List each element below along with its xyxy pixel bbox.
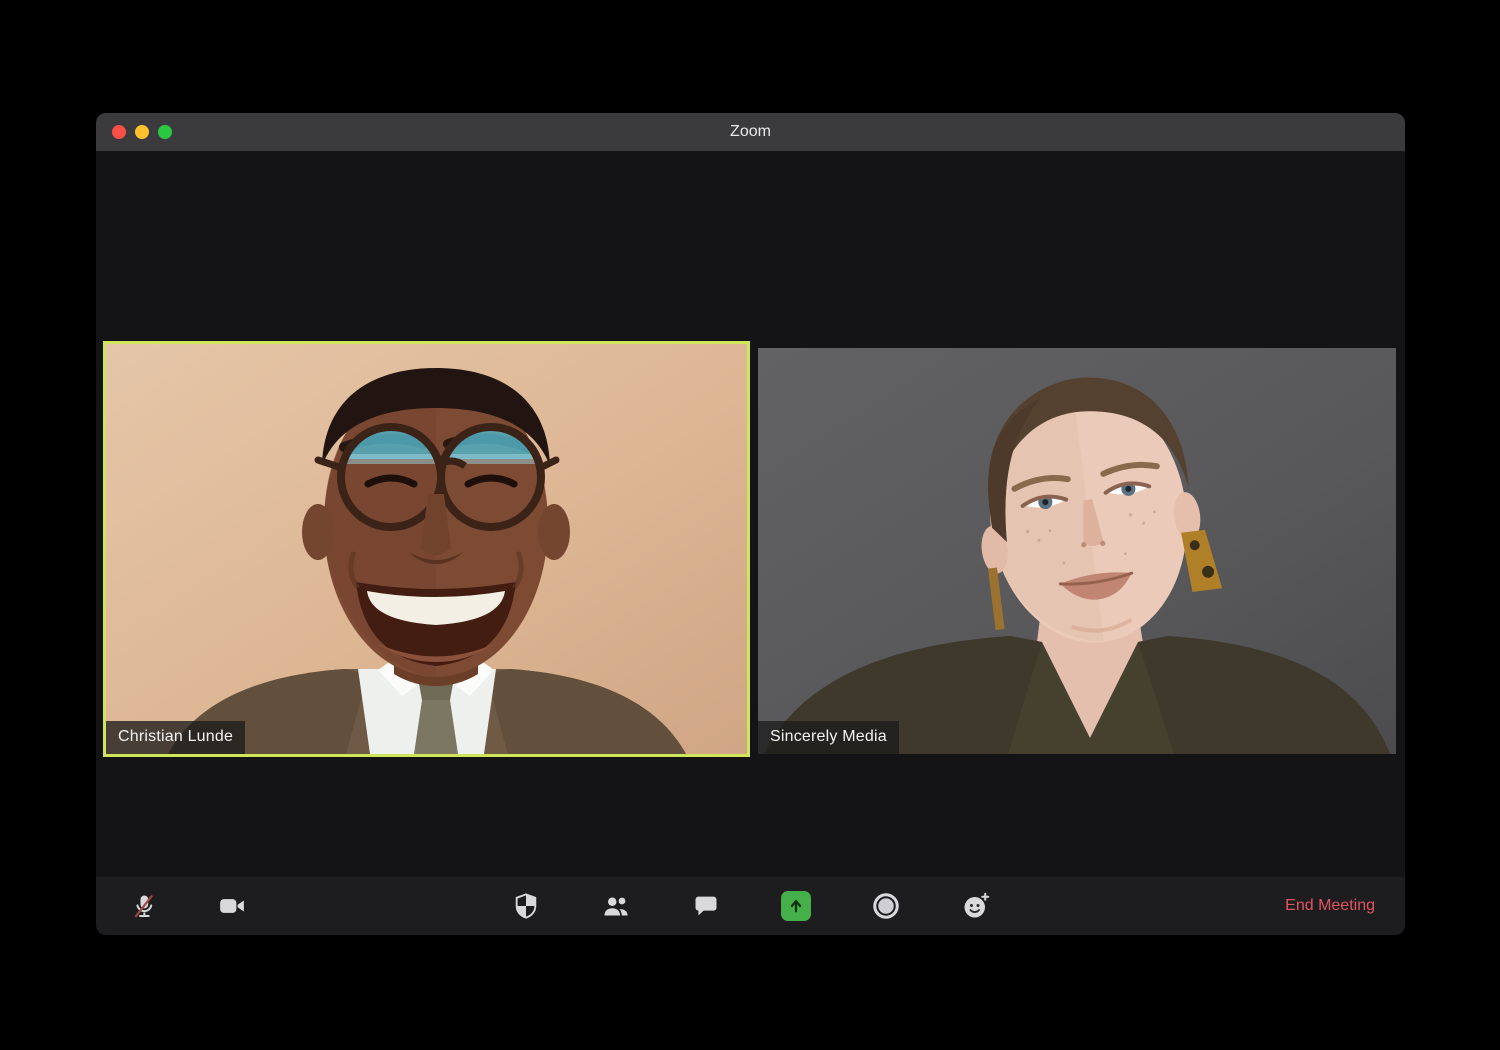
chat-button[interactable] (691, 891, 721, 921)
video-feed-woman-portrait (758, 348, 1396, 754)
participant-name-label: Sincerely Media (758, 721, 899, 754)
video-tile-christian-lunde[interactable]: Christian Lunde (103, 341, 750, 757)
reactions-button[interactable] (961, 891, 991, 921)
toolbar-left-group (129, 891, 247, 921)
security-button[interactable] (511, 891, 541, 921)
video-feed-man-portrait (106, 344, 747, 754)
participant-name-label: Christian Lunde (106, 721, 246, 754)
window-titlebar: Zoom (96, 113, 1405, 151)
close-window-button[interactable] (112, 125, 126, 139)
record-button[interactable] (871, 891, 901, 921)
mute-button[interactable] (129, 891, 159, 921)
mic-muted-icon (134, 894, 154, 918)
minimize-window-button[interactable] (135, 125, 149, 139)
participants-button[interactable] (601, 891, 631, 921)
video-tile-sincerely-media[interactable]: Sincerely Media (758, 348, 1396, 754)
toolbar-center-group (511, 891, 991, 921)
share-screen-pill (780, 891, 811, 921)
traffic-lights (112, 113, 172, 151)
end-meeting-button[interactable]: End Meeting (1285, 897, 1375, 915)
chat-bubble-icon (695, 896, 716, 916)
share-screen-button[interactable] (780, 891, 811, 921)
participants-icon (604, 897, 627, 916)
zoom-window: Christian Lunde Sincerely Media End Meet… (96, 113, 1405, 935)
share-screen-icon (790, 900, 801, 913)
reactions-icon (964, 892, 989, 918)
video-button[interactable] (217, 891, 247, 921)
video-grid: Christian Lunde Sincerely Media (96, 151, 1405, 877)
meeting-toolbar: End Meeting (96, 877, 1405, 935)
record-icon (872, 893, 899, 919)
video-camera-icon (220, 899, 244, 913)
fullscreen-window-button[interactable] (158, 125, 172, 139)
window-title: Zoom (730, 123, 771, 140)
security-shield-icon (515, 893, 536, 919)
